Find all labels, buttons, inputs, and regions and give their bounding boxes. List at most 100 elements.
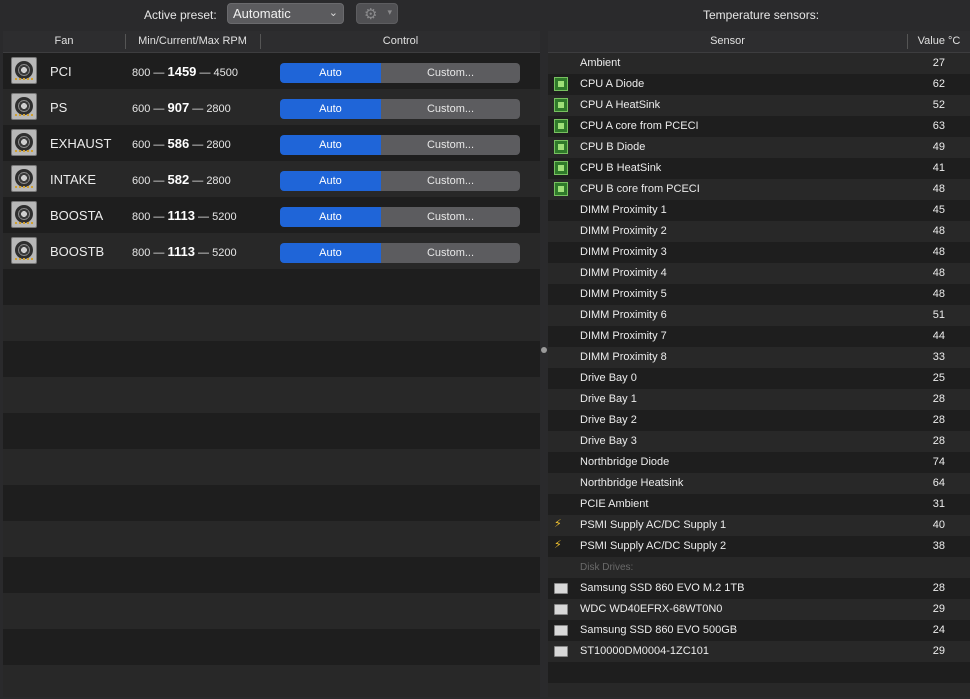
table-row-stripe [3, 413, 540, 449]
fan-rpm-current: 1113 [167, 208, 195, 223]
disk-drive-icon [554, 604, 568, 615]
fan-custom-button[interactable]: Custom... [381, 207, 520, 227]
sensor-row[interactable]: Northbridge Diode 74 [548, 452, 970, 473]
table-row-stripe [3, 629, 540, 665]
fan-custom-button[interactable]: Custom... [381, 99, 520, 119]
fan-blade [15, 97, 33, 115]
fan-name: BOOSTA [50, 208, 104, 223]
sensor-name: DIMM Proximity 4 [580, 267, 667, 279]
fan-control-segmented[interactable]: Auto Custom... [280, 135, 520, 155]
sensor-row[interactable]: DIMM Proximity 1 45 [548, 200, 970, 221]
fan-connector [15, 78, 33, 82]
divider-handle[interactable] [541, 347, 547, 353]
fan-row[interactable]: PCI 800 — 1459 — 4500 Auto Custom... [3, 53, 540, 89]
fan-control-segmented[interactable]: Auto Custom... [280, 243, 520, 263]
sensor-row[interactable]: DIMM Proximity 7 44 [548, 326, 970, 347]
sensor-value: 48 [932, 225, 945, 237]
fan-rpm: 800 — 1113 — 5200 [132, 244, 257, 259]
fan-rpm-current: 907 [167, 100, 190, 115]
disk-row[interactable]: ST10000DM0004-1ZC101 29 [548, 641, 970, 662]
fan-row[interactable]: BOOSTA 800 — 1113 — 5200 Auto Custom... [3, 197, 540, 233]
fan-custom-button[interactable]: Custom... [381, 135, 520, 155]
fan-control-segmented[interactable]: Auto Custom... [280, 99, 520, 119]
fan-rpm-max: 5200 [212, 211, 237, 223]
fan-rpm-min: 800 [132, 67, 154, 79]
sensor-row[interactable]: Drive Bay 2 28 [548, 410, 970, 431]
sensor-row[interactable]: CPU A HeatSink 52 [548, 95, 970, 116]
sensor-row[interactable]: CPU B HeatSink 41 [548, 158, 970, 179]
fan-rpm-max: 2800 [206, 139, 231, 151]
fan-auto-button[interactable]: Auto [280, 171, 381, 191]
fan-rpm-min: 600 [132, 139, 154, 151]
fan-row[interactable]: BOOSTB 800 — 1113 — 5200 Auto Custom... [3, 233, 540, 269]
fan-blade [15, 241, 33, 259]
sensor-row[interactable]: ⚡ PSMI Supply AC/DC Supply 1 40 [548, 515, 970, 536]
disk-row[interactable]: Samsung SSD 860 EVO M.2 1TB 28 [548, 578, 970, 599]
sensor-row[interactable]: Ambient 27 [548, 53, 970, 74]
sensor-row[interactable]: Northbridge Heatsink 64 [548, 473, 970, 494]
fan-row[interactable]: EXHAUST 600 — 586 — 2800 Auto Custom... [3, 125, 540, 161]
sensor-row[interactable]: DIMM Proximity 4 48 [548, 263, 970, 284]
temperature-sensors-title: Temperature sensors: [703, 8, 820, 22]
column-header-value[interactable]: Value °C [908, 35, 970, 47]
fan-control-segmented[interactable]: Auto Custom... [280, 63, 520, 83]
fan-custom-button[interactable]: Custom... [381, 63, 520, 83]
fan-custom-button[interactable]: Custom... [381, 171, 520, 191]
sensor-row[interactable]: Drive Bay 1 28 [548, 389, 970, 410]
sensor-name: PCIE Ambient [580, 498, 649, 510]
fan-connector [15, 186, 33, 190]
sensor-row[interactable]: CPU A core from PCECI 63 [548, 116, 970, 137]
sensor-row[interactable]: ⚡ PSMI Supply AC/DC Supply 2 38 [548, 536, 970, 557]
sensor-name: CPU B core from PCECI [580, 183, 700, 195]
fan-row[interactable]: PS 600 — 907 — 2800 Auto Custom... [3, 89, 540, 125]
fan-rpm-current: 1113 [167, 244, 195, 259]
fan-rpm-max: 4500 [213, 67, 239, 79]
sensor-row[interactable]: Drive Bay 3 28 [548, 431, 970, 452]
sensor-row[interactable]: DIMM Proximity 8 33 [548, 347, 970, 368]
sensor-row[interactable]: DIMM Proximity 6 51 [548, 305, 970, 326]
fan-rpm-max: 2800 [206, 103, 231, 115]
fan-auto-button[interactable]: Auto [280, 135, 381, 155]
sensor-value: 64 [932, 477, 945, 489]
sensor-name: Ambient [580, 57, 621, 69]
sensor-value: 28 [932, 393, 945, 405]
fan-custom-button[interactable]: Custom... [381, 243, 520, 263]
disk-row[interactable]: Samsung SSD 860 EVO 500GB 24 [548, 620, 970, 641]
rpm-dash: — [153, 139, 168, 151]
fan-auto-button[interactable]: Auto [280, 207, 381, 227]
cpu-chip-icon [554, 98, 568, 112]
column-header-rpm[interactable]: Min/Current/Max RPM [126, 35, 259, 47]
sensor-name: DIMM Proximity 1 [580, 204, 667, 216]
cpu-chip-icon [554, 140, 568, 154]
fan-control-segmented[interactable]: Auto Custom... [280, 171, 520, 191]
fan-rpm-max: 5200 [212, 247, 237, 259]
fan-auto-button[interactable]: Auto [280, 63, 381, 83]
sensor-row[interactable]: PCIE Ambient 31 [548, 494, 970, 515]
sensor-row[interactable]: Drive Bay 0 25 [548, 368, 970, 389]
fan-auto-button[interactable]: Auto [280, 99, 381, 119]
fan-control-segmented[interactable]: Auto Custom... [280, 207, 520, 227]
fan-icon [11, 201, 37, 228]
column-header-control[interactable]: Control [261, 35, 540, 47]
sensor-row[interactable]: DIMM Proximity 3 48 [548, 242, 970, 263]
disk-row[interactable]: WDC WD40EFRX-68WT0N0 29 [548, 599, 970, 620]
sensor-row[interactable]: CPU A Diode 62 [548, 74, 970, 95]
sensor-row[interactable]: CPU B Diode 49 [548, 137, 970, 158]
fan-name: PS [50, 100, 68, 115]
sensor-row[interactable]: DIMM Proximity 2 48 [548, 221, 970, 242]
fan-rpm-min: 600 [132, 103, 154, 115]
column-header-fan[interactable]: Fan [3, 35, 125, 47]
sensor-value: 27 [932, 57, 945, 69]
column-header-sensor[interactable]: Sensor [548, 35, 907, 47]
fan-blade [15, 61, 33, 79]
disk-drives-section: Disk Drives: [548, 557, 970, 578]
fan-blade [15, 133, 33, 151]
sensor-row[interactable]: CPU B core from PCECI 48 [548, 179, 970, 200]
fan-auto-button[interactable]: Auto [280, 243, 381, 263]
fan-row[interactable]: INTAKE 600 — 582 — 2800 Auto Custom... [3, 161, 540, 197]
settings-menu-button[interactable]: ⚙ ▾ [356, 3, 398, 24]
preset-select[interactable]: Automatic ⌄ [227, 3, 344, 24]
sensor-row[interactable]: DIMM Proximity 5 48 [548, 284, 970, 305]
sensor-value: 52 [932, 99, 945, 111]
split-view-divider[interactable] [540, 31, 548, 697]
